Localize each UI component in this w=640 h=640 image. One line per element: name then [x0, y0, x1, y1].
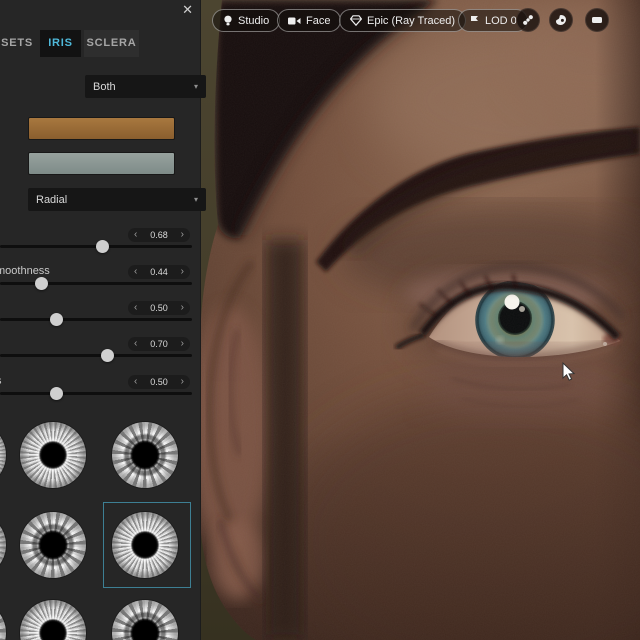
- slider-label: s: [0, 375, 2, 387]
- slider-row: ‹ 0.50 ›: [0, 301, 200, 329]
- slider-handle[interactable]: [96, 240, 109, 253]
- iris-texture-8[interactable]: [20, 600, 86, 640]
- slider-value: 0.68: [150, 230, 168, 240]
- eye-target-dropdown[interactable]: Both ▾: [85, 75, 206, 98]
- chevron-left-icon[interactable]: ‹: [134, 266, 137, 278]
- camera-icon: [288, 17, 301, 24]
- slider-track[interactable]: [0, 354, 192, 357]
- iris-texture-9[interactable]: [112, 600, 178, 640]
- slider-handle[interactable]: [50, 313, 63, 326]
- value-stepper[interactable]: ‹ 0.50 ›: [128, 301, 190, 315]
- face-render: [200, 0, 640, 640]
- quality-label: Epic (Ray Traced): [367, 14, 456, 27]
- slider-row: ‹ 0.68 ›: [0, 228, 200, 256]
- quality-epic-button[interactable]: Epic (Ray Traced): [339, 9, 467, 32]
- iris-texture-5[interactable]: [20, 512, 86, 578]
- slider-value: 0.50: [150, 303, 168, 313]
- chevron-left-icon[interactable]: ‹: [134, 229, 137, 241]
- bone-tool-icon: [523, 15, 533, 25]
- blend-tool-button[interactable]: [549, 8, 573, 32]
- app-window: Studio Face Epic (Ray Traced) LOD 0 ✕ SE…: [0, 0, 640, 640]
- panel-tabs: ESETS IRIS SCLERA: [0, 30, 200, 57]
- chevron-right-icon[interactable]: ›: [181, 229, 184, 241]
- value-stepper[interactable]: ‹ 0.70 ›: [128, 337, 190, 351]
- iris-texture-1[interactable]: [0, 422, 6, 488]
- slider-row: s ‹ 0.50 ›: [0, 375, 200, 403]
- chevron-right-icon[interactable]: ›: [181, 376, 184, 388]
- eye-target-value: Both: [93, 80, 116, 93]
- close-icon[interactable]: ✕: [182, 3, 193, 17]
- chevron-down-icon: ▾: [193, 195, 198, 204]
- tab-presets[interactable]: ESETS: [0, 30, 36, 57]
- tab-iris[interactable]: IRIS: [40, 30, 81, 57]
- tab-sclera[interactable]: SCLERA: [84, 30, 139, 57]
- iris-color-swatch[interactable]: [28, 117, 175, 140]
- value-stepper[interactable]: ‹ 0.44 ›: [128, 265, 190, 279]
- studio-environment-button[interactable]: Studio: [212, 9, 281, 32]
- slider-handle[interactable]: [35, 277, 48, 290]
- slider-handle[interactable]: [50, 387, 63, 400]
- frame-tool-button[interactable]: [585, 8, 609, 32]
- chevron-down-icon: ▾: [193, 82, 198, 91]
- slider-value: 0.50: [150, 377, 168, 387]
- gem-icon: [350, 15, 362, 26]
- chevron-left-icon[interactable]: ‹: [134, 338, 137, 350]
- lightbulb-icon: [224, 15, 232, 25]
- camera-face-button[interactable]: Face: [277, 9, 342, 32]
- slider-value: 0.44: [150, 267, 168, 277]
- chevron-left-icon[interactable]: ‹: [134, 302, 137, 314]
- iris-pattern-dropdown[interactable]: Radial ▾: [28, 188, 206, 211]
- value-stepper[interactable]: ‹ 0.68 ›: [128, 228, 190, 242]
- slider-label: moothness: [0, 265, 50, 277]
- eyes-edit-panel: ✕ ESETS IRIS SCLERA Both ▾ Radial ▾ ‹ 0.…: [0, 0, 206, 640]
- slider-track[interactable]: [0, 318, 192, 321]
- slider-track[interactable]: [0, 282, 192, 285]
- lod-icon: [471, 16, 478, 25]
- slider-value: 0.70: [150, 339, 168, 349]
- iris-texture-2[interactable]: [20, 422, 86, 488]
- bone-tool-button[interactable]: [516, 8, 540, 32]
- slider-handle[interactable]: [101, 349, 114, 362]
- iris-texture-3[interactable]: [112, 422, 178, 488]
- iris-texture-7[interactable]: [0, 600, 6, 640]
- frame-tool-icon: [592, 17, 602, 23]
- chevron-right-icon[interactable]: ›: [181, 302, 184, 314]
- iris-texture-4[interactable]: [0, 512, 6, 578]
- lod-label: LOD 0: [485, 14, 517, 27]
- slider-row: ‹ 0.70 ›: [0, 337, 200, 365]
- value-stepper[interactable]: ‹ 0.50 ›: [128, 375, 190, 389]
- slider-row: moothness ‹ 0.44 ›: [0, 265, 200, 293]
- blend-tool-icon: [556, 15, 566, 25]
- slider-track[interactable]: [0, 392, 192, 395]
- iris-secondary-color-swatch[interactable]: [28, 152, 175, 175]
- chevron-left-icon[interactable]: ‹: [134, 376, 137, 388]
- face-label: Face: [306, 14, 331, 27]
- iris-pattern-value: Radial: [36, 193, 68, 206]
- chevron-right-icon[interactable]: ›: [181, 338, 184, 350]
- viewport-3d[interactable]: [200, 0, 640, 640]
- studio-label: Studio: [238, 14, 270, 27]
- selection-outline: [103, 502, 191, 588]
- chevron-right-icon[interactable]: ›: [181, 266, 184, 278]
